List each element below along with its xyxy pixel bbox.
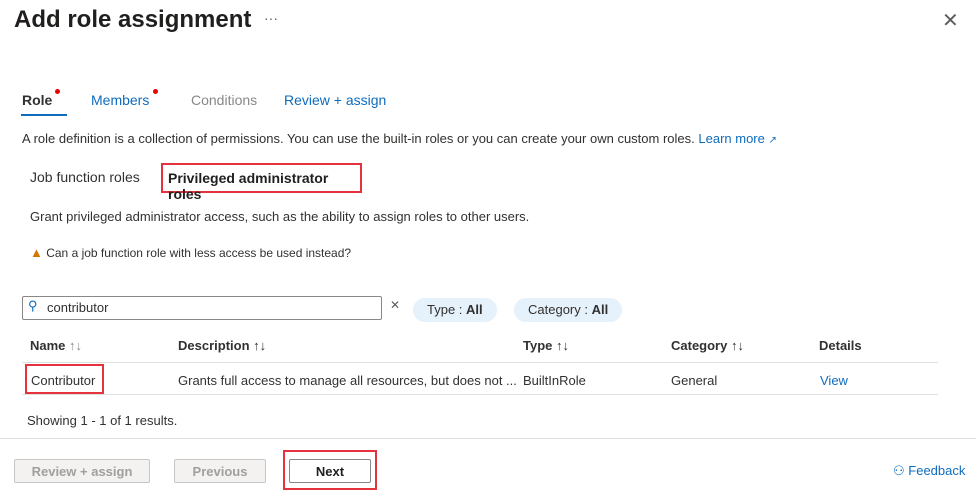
page-title: Add role assignment: [14, 6, 252, 33]
column-header-category[interactable]: Category ↑↓: [671, 338, 744, 353]
tab-label: Role: [22, 92, 53, 108]
sort-icon: ↑↓: [730, 338, 744, 353]
header-label: Category: [671, 338, 728, 353]
sort-icon: ↑↓: [69, 338, 83, 353]
sort-icon: ↑↓: [556, 338, 570, 353]
type-filter[interactable]: Type : All: [413, 298, 497, 322]
tab-label: Members: [91, 92, 150, 108]
tab-conditions[interactable]: Conditions: [191, 92, 257, 108]
tab-review-assign[interactable]: Review + assign: [284, 92, 386, 108]
column-header-details: Details: [819, 338, 862, 353]
filter-value: All: [466, 302, 483, 317]
role-type-cell: BuiltInRole: [523, 373, 586, 388]
required-dot: [55, 89, 60, 94]
view-details-link[interactable]: View: [820, 373, 848, 388]
header-label: Name: [30, 338, 66, 353]
next-button[interactable]: Next: [289, 459, 371, 483]
more-options-button[interactable]: ···: [264, 10, 278, 26]
footer-divider: [0, 438, 976, 439]
review-assign-button[interactable]: Review + assign: [14, 459, 150, 483]
intro-text: A role definition is a collection of per…: [22, 131, 777, 146]
filter-label: Type :: [427, 302, 467, 317]
learn-more-link[interactable]: Learn more: [698, 131, 764, 146]
clear-search-button[interactable]: ✕: [390, 298, 400, 312]
role-category-cell: General: [671, 373, 718, 388]
filter-label: Category :: [528, 302, 592, 317]
privileged-description: Grant privileged administrator access, s…: [30, 209, 530, 224]
category-filter[interactable]: Category : All: [514, 298, 623, 322]
header-label: Description: [178, 338, 250, 353]
feedback-link[interactable]: ⚇ Feedback: [893, 463, 965, 479]
intro-description: A role definition is a collection of per…: [22, 131, 695, 146]
filter-value: All: [591, 302, 609, 317]
column-header-type[interactable]: Type ↑↓: [523, 338, 569, 353]
active-tab-indicator: [21, 114, 67, 116]
role-name-cell[interactable]: Contributor: [25, 364, 104, 394]
privileged-administrator-roles-tab[interactable]: Privileged administrator roles: [161, 163, 362, 202]
tab-role[interactable]: Role: [22, 89, 60, 108]
close-icon[interactable]: ✕: [942, 8, 959, 33]
column-header-name[interactable]: Name ↑↓: [30, 338, 82, 353]
feedback-icon: ⚇: [893, 463, 905, 478]
column-header-description[interactable]: Description ↑↓: [178, 338, 266, 353]
search-icon: ⚲: [28, 298, 38, 313]
role-description-cell: Grants full access to manage all resourc…: [178, 373, 517, 388]
tab-members[interactable]: Members: [91, 89, 158, 108]
external-link-icon: ↗: [768, 135, 777, 146]
required-dot: [153, 89, 158, 94]
previous-button[interactable]: Previous: [174, 459, 266, 483]
warning-text: Can a job function role with less access…: [46, 246, 352, 260]
job-function-roles-tab[interactable]: Job function roles: [30, 169, 140, 185]
search-input[interactable]: contributor: [22, 296, 382, 320]
header-label: Type: [523, 338, 553, 353]
warning-icon: ▲: [30, 245, 43, 260]
results-count: Showing 1 - 1 of 1 results.: [27, 413, 178, 428]
warning-message: ▲ Can a job function role with less acce…: [30, 245, 351, 260]
feedback-label: Feedback: [908, 463, 966, 478]
sort-icon: ↑↓: [253, 338, 267, 353]
